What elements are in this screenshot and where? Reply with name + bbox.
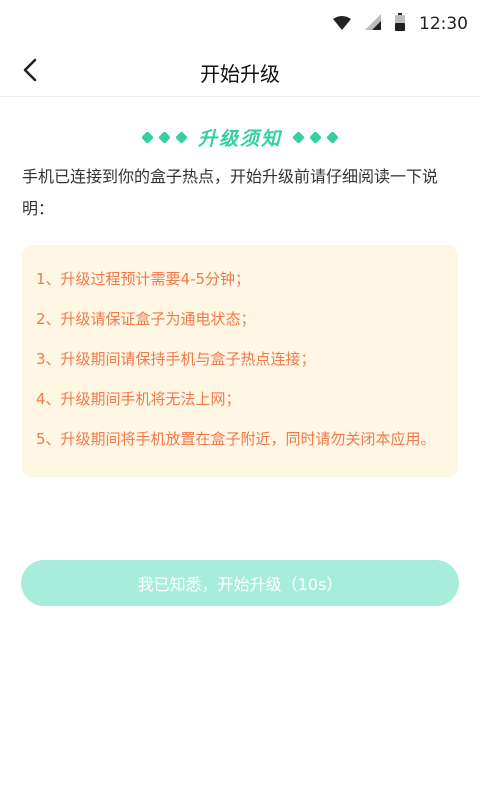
diamond-icon xyxy=(326,130,339,144)
intro-text: 手机已连接到你的盒子热点，开始升级前请仔细阅读一下说明： xyxy=(22,167,439,218)
list-item: 4、升级期间手机将无法上网； xyxy=(36,390,241,408)
battery-icon xyxy=(395,13,405,35)
diamond-icon xyxy=(158,130,171,144)
wifi-icon xyxy=(333,15,351,34)
decorative-dots-right xyxy=(292,130,339,144)
start-upgrade-button[interactable]: 我已知悉，开始升级（10s） xyxy=(21,560,459,606)
list-item: 3、升级期间请保持手机与盒子热点连接； xyxy=(36,350,316,368)
diamond-icon xyxy=(175,130,188,144)
status-bar: 12:30 xyxy=(0,0,480,48)
list-item: 2、升级请保证盒子为通电状态； xyxy=(36,310,256,328)
list-item: 5、升级期间将手机放置在盒子附近，同时请勿关闭本应用。 xyxy=(36,430,436,448)
signal-icon xyxy=(365,14,381,34)
diamond-icon xyxy=(292,130,305,144)
page-title: 开始升级 xyxy=(200,61,280,86)
status-time: 12:30 xyxy=(419,14,468,34)
list-item: 1、升级过程预计需要4-5分钟； xyxy=(36,270,251,288)
notice-title: 升级须知 xyxy=(197,127,282,150)
notice-heading: 升级须知 xyxy=(0,125,480,150)
diamond-icon xyxy=(309,130,322,144)
notice-list: 1、升级过程预计需要4-5分钟； 2、升级请保证盒子为通电状态； 3、升级期间请… xyxy=(22,245,458,477)
chevron-left-icon xyxy=(23,58,37,86)
back-button[interactable] xyxy=(14,56,46,88)
diamond-icon xyxy=(141,130,154,144)
decorative-dots-left xyxy=(141,130,188,144)
app-header: 开始升级 xyxy=(0,48,480,97)
